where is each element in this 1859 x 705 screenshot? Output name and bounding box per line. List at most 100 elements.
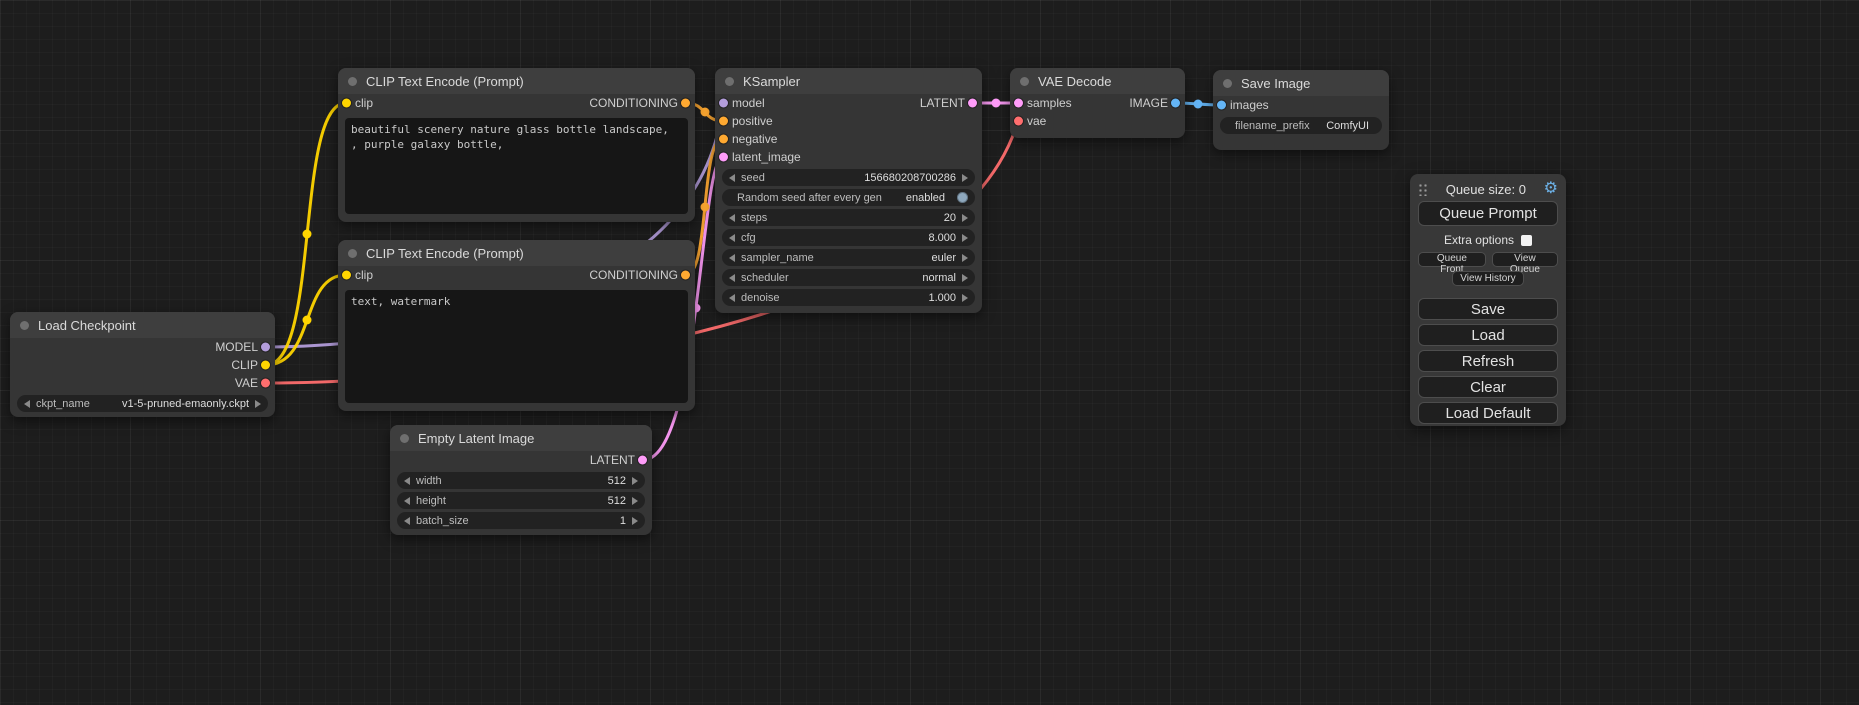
increment-arrow-icon[interactable] [962, 214, 968, 222]
widget-cfg[interactable]: cfg 8.000 [722, 229, 975, 246]
decrement-arrow-icon[interactable] [24, 400, 30, 408]
load-button[interactable]: Load [1418, 324, 1558, 346]
prompt-textarea[interactable]: beautiful scenery nature glass bottle la… [345, 118, 688, 214]
load-default-button[interactable]: Load Default [1418, 402, 1558, 424]
widget-filename-prefix[interactable]: filename_prefix ComfyUI [1220, 117, 1382, 134]
slot-row: images [1213, 96, 1389, 114]
node-title-bar[interactable]: Empty Latent Image [390, 425, 652, 451]
node-clip-text-encode-positive[interactable]: CLIP Text Encode (Prompt) clip CONDITION… [338, 68, 695, 222]
input-socket-vae[interactable] [1014, 117, 1023, 126]
increment-arrow-icon[interactable] [962, 234, 968, 242]
input-socket-latent-image[interactable] [719, 153, 728, 162]
input-socket-samples[interactable] [1014, 99, 1023, 108]
widget-width[interactable]: width 512 [397, 472, 645, 489]
view-history-button[interactable]: View History [1452, 271, 1523, 286]
input-socket-images[interactable] [1217, 101, 1226, 110]
input-socket-negative[interactable] [719, 135, 728, 144]
refresh-button[interactable]: Refresh [1418, 350, 1558, 372]
decrement-arrow-icon[interactable] [729, 214, 735, 222]
increment-arrow-icon[interactable] [632, 497, 638, 505]
node-clip-text-encode-negative[interactable]: CLIP Text Encode (Prompt) clip CONDITION… [338, 240, 695, 411]
widget-height[interactable]: height 512 [397, 492, 645, 509]
decrement-arrow-icon[interactable] [404, 497, 410, 505]
output-socket-conditioning[interactable] [681, 271, 690, 280]
settings-gear-icon[interactable]: ⚙ [1544, 181, 1558, 197]
widget-value: 1 [620, 515, 626, 527]
collapse-dot-icon[interactable] [400, 434, 409, 443]
node-empty-latent-image[interactable]: Empty Latent Image LATENT width 512 heig… [390, 425, 652, 535]
increment-arrow-icon[interactable] [962, 294, 968, 302]
increment-arrow-icon[interactable] [962, 274, 968, 282]
clear-button[interactable]: Clear [1418, 376, 1558, 398]
output-socket-model[interactable] [261, 343, 270, 352]
widget-value: 1.000 [928, 292, 956, 304]
increment-arrow-icon[interactable] [255, 400, 261, 408]
input-label-negative: negative [732, 132, 777, 146]
node-vae-decode[interactable]: VAE Decode samples IMAGE vae [1010, 68, 1185, 138]
collapse-dot-icon[interactable] [1020, 77, 1029, 86]
queue-prompt-button[interactable]: Queue Prompt [1418, 201, 1558, 226]
node-title-bar[interactable]: VAE Decode [1010, 68, 1185, 94]
node-title-bar[interactable]: Load Checkpoint [10, 312, 275, 338]
decrement-arrow-icon[interactable] [729, 294, 735, 302]
collapse-dot-icon[interactable] [725, 77, 734, 86]
input-label-images: images [1230, 98, 1269, 112]
queue-front-button[interactable]: Queue Front [1418, 252, 1486, 267]
output-socket-clip[interactable] [261, 361, 270, 370]
node-load-checkpoint[interactable]: Load Checkpoint MODEL CLIP VAE ckpt_name… [10, 312, 275, 417]
node-title-bar[interactable]: Save Image [1213, 70, 1389, 96]
decrement-arrow-icon[interactable] [729, 254, 735, 262]
decrement-arrow-icon[interactable] [404, 517, 410, 525]
input-socket-positive[interactable] [719, 117, 728, 126]
slot-row: latent_image [715, 148, 982, 166]
widget-sampler-name[interactable]: sampler_name euler [722, 249, 975, 266]
widget-random-seed-toggle[interactable]: Random seed after every gen enabled [722, 189, 975, 206]
collapse-dot-icon[interactable] [1223, 79, 1232, 88]
increment-arrow-icon[interactable] [962, 174, 968, 182]
node-title-bar[interactable]: CLIP Text Encode (Prompt) [338, 240, 695, 266]
node-title: CLIP Text Encode (Prompt) [366, 74, 524, 89]
input-socket-clip[interactable] [342, 99, 351, 108]
node-ksampler[interactable]: KSampler model LATENT positive negative … [715, 68, 982, 313]
prompt-textarea[interactable]: text, watermark [345, 290, 688, 403]
input-label-clip: clip [355, 268, 373, 282]
input-label-clip: clip [355, 96, 373, 110]
extra-options-checkbox[interactable] [1521, 235, 1532, 246]
node-title: KSampler [743, 74, 800, 89]
drag-handle-icon[interactable] [1418, 183, 1428, 196]
node-save-image[interactable]: Save Image images filename_prefix ComfyU… [1213, 70, 1389, 150]
queue-buttons-row: Queue Front View Queue [1418, 252, 1558, 267]
node-title-bar[interactable]: CLIP Text Encode (Prompt) [338, 68, 695, 94]
decrement-arrow-icon[interactable] [729, 274, 735, 282]
input-socket-model[interactable] [719, 99, 728, 108]
output-socket-latent[interactable] [968, 99, 977, 108]
output-socket-vae[interactable] [261, 379, 270, 388]
output-socket-latent[interactable] [638, 456, 647, 465]
widget-denoise[interactable]: denoise 1.000 [722, 289, 975, 306]
output-label-latent: LATENT [920, 96, 965, 110]
increment-arrow-icon[interactable] [632, 477, 638, 485]
collapse-dot-icon[interactable] [20, 321, 29, 330]
widget-ckpt-name[interactable]: ckpt_name v1-5-pruned-emaonly.ckpt [17, 395, 268, 412]
view-queue-button[interactable]: View Queue [1492, 252, 1558, 267]
decrement-arrow-icon[interactable] [729, 234, 735, 242]
decrement-arrow-icon[interactable] [404, 477, 410, 485]
node-title-bar[interactable]: KSampler [715, 68, 982, 94]
widget-scheduler[interactable]: scheduler normal [722, 269, 975, 286]
output-label-image: IMAGE [1129, 96, 1168, 110]
decrement-arrow-icon[interactable] [729, 174, 735, 182]
node-graph-canvas[interactable]: Load Checkpoint MODEL CLIP VAE ckpt_name… [0, 0, 1859, 705]
input-socket-clip[interactable] [342, 271, 351, 280]
increment-arrow-icon[interactable] [632, 517, 638, 525]
output-socket-conditioning[interactable] [681, 99, 690, 108]
widget-steps[interactable]: steps 20 [722, 209, 975, 226]
output-socket-image[interactable] [1171, 99, 1180, 108]
widget-batch-size[interactable]: batch_size 1 [397, 512, 645, 529]
collapse-dot-icon[interactable] [348, 77, 357, 86]
save-button[interactable]: Save [1418, 298, 1558, 320]
collapse-dot-icon[interactable] [348, 249, 357, 258]
increment-arrow-icon[interactable] [962, 254, 968, 262]
widget-seed[interactable]: seed 156680208700286 [722, 169, 975, 186]
toggle-knob-icon[interactable] [957, 192, 968, 203]
widget-value: v1-5-pruned-emaonly.ckpt [122, 398, 249, 410]
